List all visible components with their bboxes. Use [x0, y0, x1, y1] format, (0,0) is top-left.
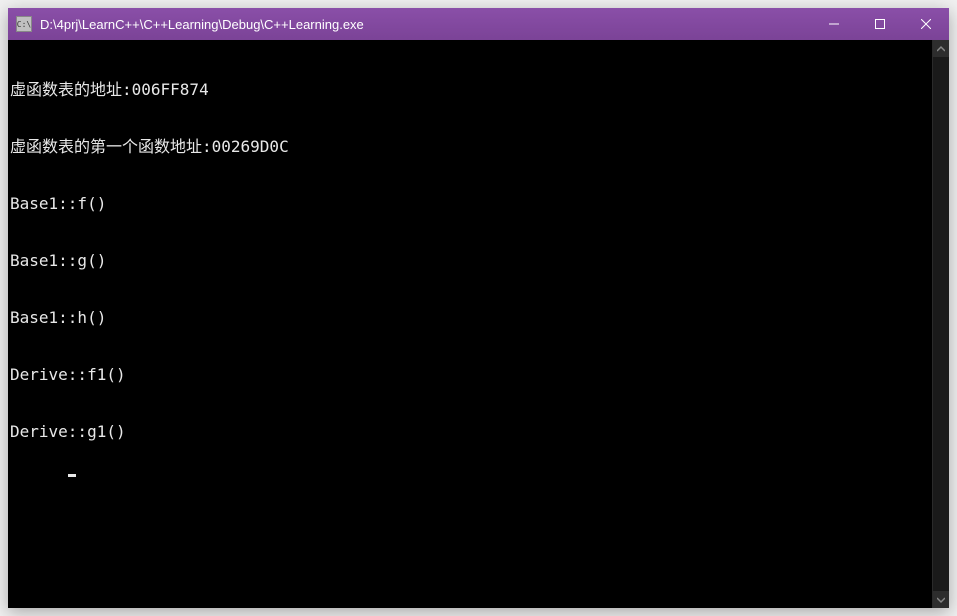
titlebar[interactable]: C:\ D:\4prj\LearnC++\C++Learning\Debug\C…: [8, 8, 949, 40]
close-icon: [921, 19, 931, 29]
close-button[interactable]: [903, 8, 949, 40]
window-controls: [811, 8, 949, 40]
maximize-icon: [875, 19, 885, 29]
maximize-button[interactable]: [857, 8, 903, 40]
console-line: 虚函数表的第一个函数地址:00269D0C: [10, 137, 932, 156]
console-area: 虚函数表的地址:006FF874 虚函数表的第一个函数地址:00269D0C B…: [8, 40, 949, 608]
console-line: Base1::h(): [10, 308, 932, 327]
cursor: [68, 474, 76, 477]
console-line: Base1::g(): [10, 251, 932, 270]
scroll-down-button[interactable]: [933, 591, 949, 608]
console-line: 虚函数表的地址:006FF874: [10, 80, 932, 99]
scroll-up-button[interactable]: [933, 40, 949, 57]
vertical-scrollbar[interactable]: [932, 40, 949, 608]
console-line: Derive::g1(): [10, 422, 932, 441]
app-icon-label: C:\: [17, 20, 31, 29]
chevron-down-icon: [937, 596, 945, 604]
window-title: D:\4prj\LearnC++\C++Learning\Debug\C++Le…: [40, 17, 811, 32]
console-window: C:\ D:\4prj\LearnC++\C++Learning\Debug\C…: [8, 8, 949, 608]
console-line: Base1::f(): [10, 194, 932, 213]
minimize-button[interactable]: [811, 8, 857, 40]
console-output[interactable]: 虚函数表的地址:006FF874 虚函数表的第一个函数地址:00269D0C B…: [8, 40, 932, 608]
chevron-up-icon: [937, 45, 945, 53]
scrollbar-track[interactable]: [933, 57, 949, 591]
console-line: Derive::f1(): [10, 365, 932, 384]
minimize-icon: [829, 19, 839, 29]
app-icon: C:\: [16, 16, 32, 32]
